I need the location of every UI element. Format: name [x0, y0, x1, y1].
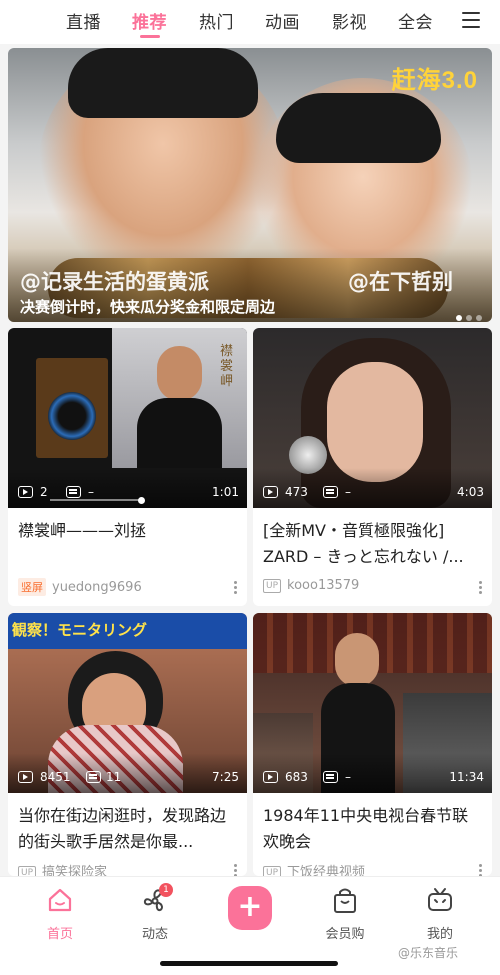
tab-recommend[interactable]: 推荐 [132, 8, 167, 33]
bottom-nav-me[interactable]: 我的 [400, 885, 480, 942]
banner-hair-right [276, 93, 441, 163]
play-count-icon [18, 486, 33, 498]
top-nav: 直播 推荐 热门 动画 影视 全会 [0, 0, 500, 44]
tv-banner: 観察！モニタリング [8, 613, 247, 649]
danmaku-icon [323, 771, 338, 783]
bottom-nav-label: 会员购 [325, 927, 365, 942]
banner-pagination[interactable] [452, 306, 482, 322]
singer-face [335, 633, 379, 687]
tab-all[interactable]: 全会 [398, 8, 433, 33]
bottom-nav-feed[interactable]: 1 动态 [115, 883, 195, 942]
video-thumbnail[interactable]: 襟裳岬 2 – 1:01 [8, 328, 247, 508]
video-thumbnail[interactable]: 683 – 11:34 [253, 613, 492, 793]
video-card[interactable]: 473 – 4:03 [全新MV・音質極限強化] ZARD – きっと忘れない … [253, 328, 492, 606]
bottom-nav-label: 我的 [426, 927, 453, 942]
danmaku-count: 11 [106, 770, 122, 784]
tab-anime[interactable]: 动画 [265, 8, 300, 33]
home-icon [48, 888, 72, 912]
video-card[interactable]: 観察！モニタリング 8451 11 7:25 当你在街边闲逛时，发现路边的街头歌… [8, 613, 247, 876]
danmaku-icon [86, 771, 101, 783]
bottom-nav-label: 首页 [46, 927, 73, 942]
banner-watermark-right: @在下哲别 [348, 270, 453, 294]
bottom-nav-home[interactable]: 首页 [20, 885, 100, 942]
tv-icon [428, 888, 452, 911]
plus-icon[interactable]: + [228, 886, 272, 930]
pagination-dot[interactable] [476, 315, 482, 321]
play-count-icon [18, 771, 33, 783]
author-name: 下饭经典视频 [287, 865, 366, 876]
duration: 7:25 [212, 770, 239, 784]
active-tab-indicator [140, 35, 160, 38]
bottom-nav-label: 动态 [141, 927, 168, 942]
progress-handle[interactable] [138, 497, 145, 504]
featured-banner[interactable]: 赶海3.0 @记录生活的蛋黄派 @在下哲别 决赛倒计时，快来瓜分奖金和限定周边 [8, 48, 492, 322]
menu-icon[interactable] [462, 12, 484, 30]
danmaku-icon [66, 486, 81, 498]
author-name: yuedong9696 [52, 580, 142, 595]
video-title[interactable]: 1984年11中央电视台春节联欢晚会 [263, 803, 483, 855]
video-card[interactable]: 襟裳岬 2 – 1:01 襟裳岬———刘拯 竖屏 yuedong9696 [8, 328, 247, 606]
bottom-nav-shop[interactable]: 会员购 [305, 885, 385, 942]
shopping-bag-icon [334, 888, 356, 913]
thumb-overlay-text: 襟裳岬 [220, 344, 234, 389]
video-author[interactable]: UP kooo13579 [263, 578, 359, 593]
more-options-icon[interactable] [233, 864, 237, 876]
play-count: 8451 [40, 770, 71, 784]
danmaku-count: – [345, 770, 351, 784]
play-count-icon [263, 486, 278, 498]
banner-caption: 决赛倒计时，快来瓜分奖金和限定周边 [20, 298, 276, 316]
more-options-icon[interactable] [478, 581, 482, 595]
video-card[interactable]: 683 – 11:34 1984年11中央电视台春节联欢晚会 UP 下饭经典视频 [253, 613, 492, 876]
singer-photo: 襟裳岬 [112, 328, 247, 468]
video-title[interactable]: 当你在街边闲逛时，发现路边的街头歌手居然是你最... [18, 803, 238, 855]
thumb-overlay-text: 観察！モニタリング [12, 621, 148, 639]
play-count: 473 [285, 485, 308, 499]
tab-live[interactable]: 直播 [66, 8, 101, 33]
banner-watermark-left: @记录生活的蛋黄派 [20, 270, 209, 294]
video-thumbnail[interactable]: 観察！モニタリング 8451 11 7:25 [8, 613, 247, 793]
tab-film[interactable]: 影视 [332, 8, 367, 33]
duration: 11:34 [449, 770, 484, 784]
danmaku-count: – [345, 485, 351, 499]
danmaku-icon [323, 486, 338, 498]
tab-hot[interactable]: 热门 [199, 8, 234, 33]
up-tag: UP [18, 866, 37, 876]
banner-hair-left [68, 48, 258, 118]
more-options-icon[interactable] [233, 581, 237, 595]
pagination-dot[interactable] [466, 315, 472, 321]
more-options-icon[interactable] [478, 864, 482, 876]
up-tag: UP [263, 866, 282, 876]
duration: 1:01 [212, 485, 239, 499]
up-tag: UP [263, 579, 282, 593]
banner-badge: 赶海3.0 [391, 67, 478, 94]
notification-badge: 1 [159, 883, 173, 897]
singer-face [327, 362, 423, 482]
duration: 4:03 [457, 485, 484, 499]
play-count: 2 [40, 485, 48, 499]
video-author[interactable]: UP 下饭经典视频 [263, 861, 365, 876]
video-progress[interactable] [50, 499, 140, 501]
home-indicator[interactable] [160, 961, 338, 966]
video-title[interactable]: [全新MV・音質極限強化] ZARD – きっと忘れない /... [263, 518, 483, 570]
watermark-text: @乐东音乐 [398, 946, 459, 960]
speaker-graphic [36, 358, 108, 458]
author-name: kooo13579 [287, 578, 360, 593]
video-title[interactable]: 襟裳岬———刘拯 [18, 518, 238, 544]
vertical-tag: 竖屏 [18, 578, 46, 596]
pagination-dot[interactable] [456, 315, 462, 321]
video-author[interactable]: UP 搞笑探险家 [18, 861, 107, 876]
video-author[interactable]: 竖屏 yuedong9696 [18, 578, 142, 596]
danmaku-count: – [88, 485, 94, 499]
author-name: 搞笑探险家 [42, 865, 108, 876]
play-count: 683 [285, 770, 308, 784]
play-count-icon [263, 771, 278, 783]
video-thumbnail[interactable]: 473 – 4:03 [253, 328, 492, 508]
